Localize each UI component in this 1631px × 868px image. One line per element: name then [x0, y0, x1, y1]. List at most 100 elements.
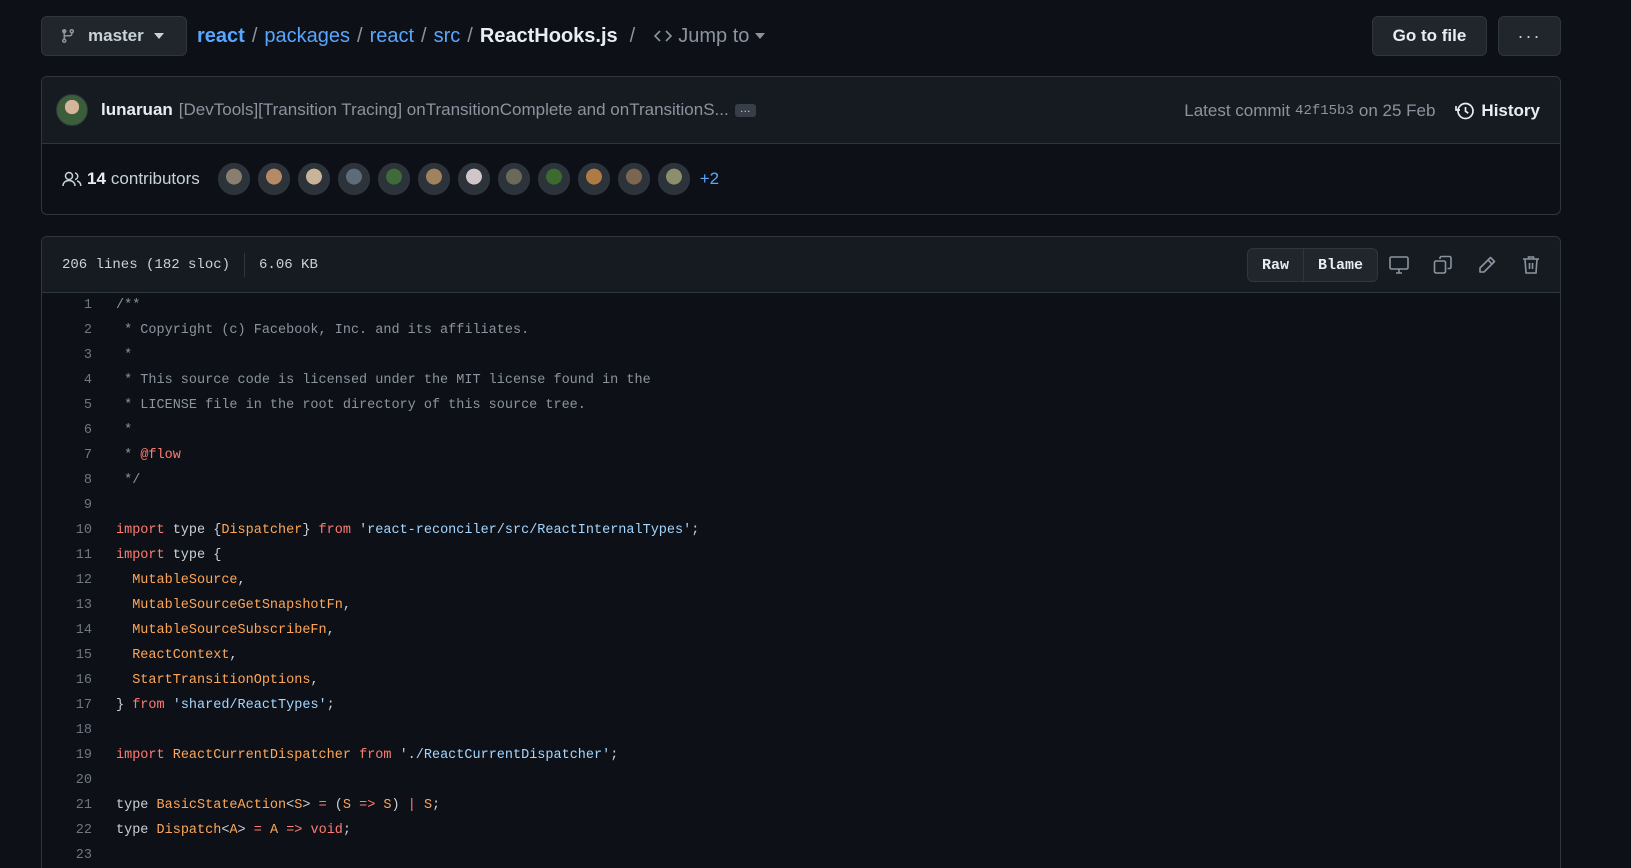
- contributors-label: contributors: [110, 169, 200, 188]
- history-label: History: [1481, 100, 1540, 120]
- copy-icon: [1433, 255, 1452, 274]
- code-token: Dispatch: [156, 823, 222, 838]
- commit-meta: Latest commit 42f15b3 on 25 Feb History: [1184, 77, 1540, 144]
- contributor-avatar[interactable]: [217, 163, 250, 195]
- line-number[interactable]: 22: [42, 823, 92, 838]
- code-line: 19 import ReactCurrentDispatcher from './…: [42, 743, 1560, 768]
- expand-commit-message-button[interactable]: …: [734, 103, 756, 117]
- code-token: |: [407, 798, 416, 813]
- line-number[interactable]: 11: [42, 548, 92, 563]
- line-number[interactable]: 8: [42, 473, 92, 488]
- code-listing: 1 /** 2 * Copyright (c) Facebook, Inc. and…: [42, 293, 1560, 868]
- contributor-avatar[interactable]: [417, 163, 450, 195]
- commit-message-link[interactable]: [DevTools][Transition Tracing] onTransit…: [179, 100, 729, 120]
- contributor-avatar[interactable]: [497, 163, 530, 195]
- line-number[interactable]: 15: [42, 648, 92, 663]
- line-number[interactable]: 12: [42, 573, 92, 588]
- line-number[interactable]: 14: [42, 623, 92, 638]
- contributor-avatar[interactable]: [577, 163, 610, 195]
- branch-selector-button[interactable]: master: [41, 16, 187, 56]
- contributors-count: 14: [87, 169, 106, 188]
- contributor-avatar[interactable]: [617, 163, 650, 195]
- line-number[interactable]: 1: [42, 298, 92, 313]
- breadcrumb-repo-link[interactable]: react: [197, 25, 245, 48]
- history-icon: [1455, 102, 1475, 119]
- line-number[interactable]: 2: [42, 323, 92, 338]
- branch-name: master: [88, 26, 144, 45]
- contributor-avatar[interactable]: [377, 163, 410, 195]
- breadcrumb-src-link[interactable]: src: [434, 25, 461, 48]
- contributor-avatar[interactable]: [537, 163, 570, 195]
- line-number[interactable]: 9: [42, 498, 92, 513]
- raw-blame-group: Raw Blame: [1247, 248, 1379, 282]
- code-token: ;: [610, 748, 619, 763]
- line-number[interactable]: 16: [42, 673, 92, 688]
- delete-file-button[interactable]: [1519, 253, 1543, 277]
- contributor-avatar[interactable]: [297, 163, 330, 195]
- display-desktop-button[interactable]: [1387, 253, 1411, 277]
- line-content: StartTransitionOptions,: [92, 673, 319, 688]
- line-number[interactable]: 3: [42, 348, 92, 363]
- more-contributors-link[interactable]: +2: [700, 169, 719, 189]
- code-line: 22 type Dispatch<A> = A => void;: [42, 818, 1560, 843]
- line-number[interactable]: 7: [42, 448, 92, 463]
- divider: [244, 252, 246, 277]
- code-line: 20: [42, 768, 1560, 793]
- line-content: } from 'shared/ReactTypes';: [92, 698, 335, 713]
- line-number[interactable]: 19: [42, 748, 92, 763]
- code-token: from: [132, 698, 165, 713]
- raw-button[interactable]: Raw: [1248, 249, 1303, 281]
- line-number[interactable]: 4: [42, 373, 92, 388]
- history-button[interactable]: History: [1455, 101, 1540, 121]
- line-number[interactable]: 20: [42, 773, 92, 788]
- copy-raw-button[interactable]: [1431, 253, 1455, 277]
- code-token: import: [116, 548, 165, 563]
- file-size: 6.06 KB: [259, 256, 318, 273]
- line-number[interactable]: 5: [42, 398, 92, 413]
- line-number[interactable]: 18: [42, 723, 92, 738]
- code-line: 8 */: [42, 468, 1560, 493]
- line-number[interactable]: 13: [42, 598, 92, 613]
- blame-button[interactable]: Blame: [1303, 249, 1377, 281]
- line-number[interactable]: 10: [42, 523, 92, 538]
- more-options-button[interactable]: ···: [1498, 16, 1561, 56]
- code-token: ,: [310, 673, 319, 688]
- line-number[interactable]: 6: [42, 423, 92, 438]
- code-token: from: [318, 523, 351, 538]
- author-avatar[interactable]: [56, 94, 88, 126]
- line-number[interactable]: 17: [42, 698, 92, 713]
- contributor-avatar[interactable]: [337, 163, 370, 195]
- code-token: =: [253, 823, 262, 838]
- breadcrumb-packages-link[interactable]: packages: [264, 25, 350, 48]
- file-name: ReactHooks.js: [479, 24, 618, 47]
- code-token: ): [391, 798, 408, 813]
- contributor-avatar[interactable]: [257, 163, 290, 195]
- go-to-file-button[interactable]: Go to file: [1372, 16, 1487, 56]
- code-token: A: [269, 823, 279, 838]
- code-token: type {: [164, 548, 222, 563]
- line-content: */: [92, 473, 140, 488]
- commit-sha-link[interactable]: 42f15b3: [1295, 103, 1354, 119]
- code-token: *: [116, 423, 133, 438]
- contributors-link[interactable]: 14 contributors: [62, 169, 200, 189]
- contributor-avatar[interactable]: [457, 163, 490, 195]
- commit-author-link[interactable]: lunaruan: [101, 100, 173, 120]
- git-branch-icon: [61, 29, 74, 44]
- code-token: S: [383, 798, 392, 813]
- line-number[interactable]: 21: [42, 798, 92, 813]
- code-token: }: [116, 698, 133, 713]
- breadcrumb-react-link[interactable]: react: [370, 25, 414, 48]
- jump-to-button[interactable]: Jump to: [654, 24, 766, 48]
- line-number[interactable]: 23: [42, 848, 92, 863]
- code-line: 10 import type {Dispatcher} from 'react-r…: [42, 518, 1560, 543]
- contributor-avatar[interactable]: [657, 163, 690, 195]
- jump-to-label: Jump to: [678, 24, 750, 47]
- edit-file-button[interactable]: [1475, 253, 1499, 277]
- code-token: BasicStateAction: [156, 798, 287, 813]
- code-token: 'react-reconciler/src/ReactInternalTypes…: [359, 523, 692, 538]
